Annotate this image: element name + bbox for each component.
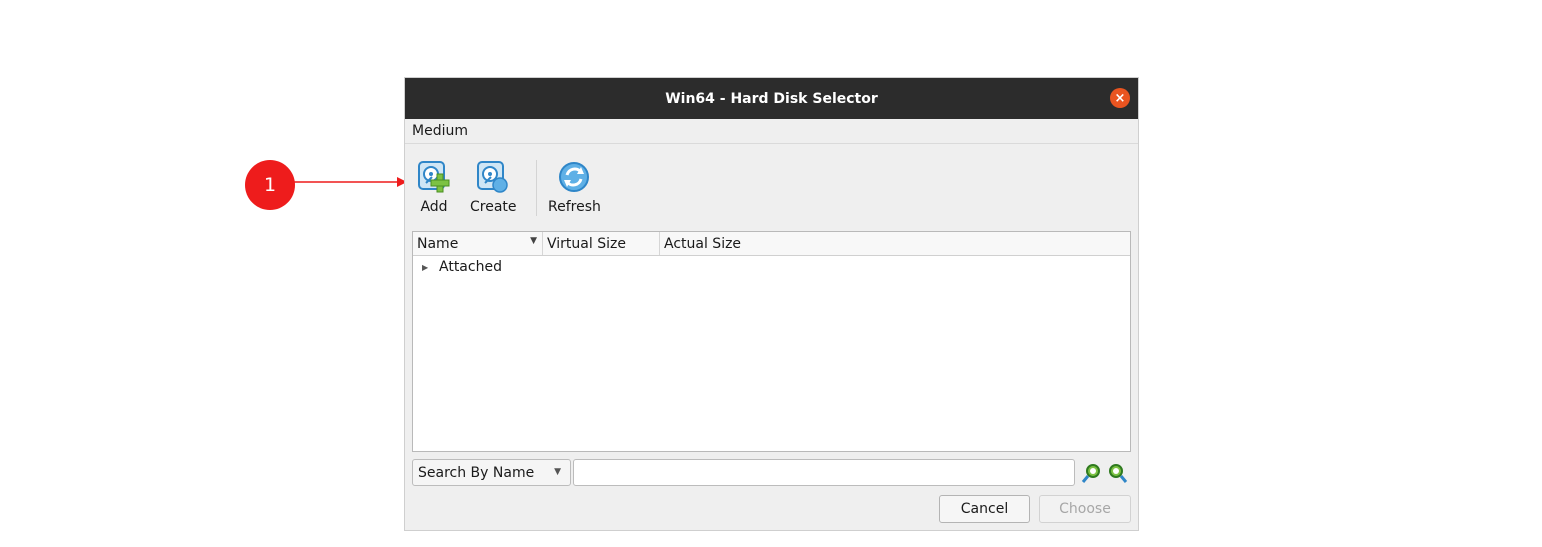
menu-medium[interactable]: Medium — [412, 123, 468, 139]
tree-header: Name ▼ Virtual Size Actual Size — [413, 232, 1130, 256]
annotation-arrow — [294, 177, 407, 187]
chevron-down-icon: ▼ — [554, 467, 561, 477]
add-label: Add — [420, 199, 448, 215]
refresh-button[interactable]: Refresh — [548, 160, 601, 215]
find-previous-icon[interactable] — [1080, 462, 1102, 484]
column-header-actual-size[interactable]: Actual Size — [660, 232, 1130, 255]
toolbar-separator — [536, 160, 537, 216]
close-button[interactable]: × — [1110, 88, 1130, 108]
harddisk-create-icon — [477, 161, 509, 193]
annotation-number: 1 — [263, 174, 277, 196]
harddisk-add-icon — [418, 161, 450, 193]
toolbar: Add Create Refresh — [405, 144, 1138, 228]
column-header-name[interactable]: Name ▼ — [413, 232, 543, 255]
refresh-label: Refresh — [548, 199, 601, 215]
create-label: Create — [470, 199, 517, 215]
find-next-icon[interactable] — [1107, 462, 1129, 484]
medium-tree[interactable]: Name ▼ Virtual Size Actual Size ▶ Attach… — [412, 231, 1131, 452]
search-bar: Search By Name ▼ — [412, 458, 1132, 488]
tree-row-label: Attached — [439, 259, 502, 275]
search-mode-select[interactable]: Search By Name ▼ — [412, 459, 571, 486]
cancel-button[interactable]: Cancel — [939, 495, 1030, 523]
column-header-virtual-size[interactable]: Virtual Size — [543, 232, 660, 255]
create-button[interactable]: Create — [470, 160, 517, 215]
expand-arrow-icon[interactable]: ▶ — [422, 263, 432, 272]
refresh-icon — [559, 162, 590, 192]
annotation-marker: 1 — [245, 160, 295, 210]
hard-disk-selector-dialog: Win64 - Hard Disk Selector × Medium Add — [404, 77, 1139, 531]
menu-bar: Medium — [405, 119, 1138, 144]
choose-button[interactable]: Choose — [1039, 495, 1131, 523]
close-icon: × — [1114, 90, 1126, 106]
title-bar: Win64 - Hard Disk Selector × — [405, 78, 1138, 119]
sort-indicator-icon: ▼ — [530, 236, 537, 246]
search-input[interactable] — [573, 459, 1075, 486]
tree-row-attached[interactable]: ▶ Attached — [413, 256, 1130, 278]
add-button[interactable]: Add — [417, 160, 451, 215]
search-mode-value: Search By Name — [418, 464, 535, 481]
window-title: Win64 - Hard Disk Selector — [665, 90, 878, 107]
